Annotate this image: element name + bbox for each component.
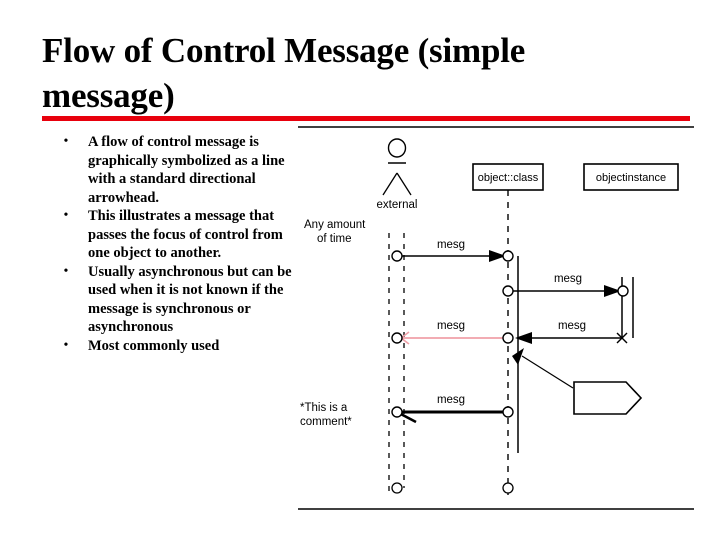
m4-label: mesg — [558, 320, 586, 332]
note-shape[interactable] — [573, 381, 643, 415]
message-m3[interactable]: mesg — [391, 320, 514, 345]
annotation-comment-line2: comment* — [300, 416, 352, 428]
list-item: • This illustrates a message that passes… — [44, 207, 304, 263]
note-connector — [512, 348, 574, 389]
annotation-any-amount-line1: Any amount — [304, 219, 366, 231]
message-m4[interactable]: mesg — [515, 320, 622, 344]
m2-target-endpoint — [617, 285, 629, 297]
bullet-marker: • — [63, 337, 69, 353]
bullet-list: • A flow of control message is graphical… — [44, 133, 304, 355]
m2-label: mesg — [554, 273, 582, 285]
bullet-marker: • — [63, 208, 69, 223]
bullet-marker: • — [63, 134, 69, 149]
list-item: • A flow of control message is graphical… — [44, 133, 304, 207]
diagram-canvas: external object::class objectinstance An… — [298, 126, 694, 510]
lifeline-head-object-class[interactable]: object::class — [472, 163, 544, 191]
m5-source-endpoint — [502, 406, 514, 418]
m5-label: mesg — [437, 394, 465, 406]
bullet-text: This illustrates a message that passes t… — [88, 208, 283, 261]
m1-source-endpoint — [391, 250, 403, 262]
object-class-lifeline-terminator — [502, 482, 514, 494]
object-class-label: object::class — [478, 172, 539, 184]
actor-figure-icon — [382, 138, 412, 196]
page-title: Flow of Control Message (simple message) — [42, 31, 526, 115]
bullet-marker: • — [63, 263, 69, 279]
bullet-text: A flow of control message is graphically… — [88, 134, 285, 206]
message-m2[interactable]: mesg — [502, 273, 629, 297]
annotation-any-amount-line2: of time — [317, 233, 352, 245]
lifeline-head-object-instance[interactable]: objectinstance — [583, 163, 679, 191]
m3-source-endpoint — [502, 332, 514, 344]
object-instance-label: objectinstance — [596, 172, 666, 184]
actor-label: external — [377, 199, 418, 211]
note-leader-line — [521, 355, 574, 389]
m1-label: mesg — [437, 239, 465, 251]
m3-target-endpoint — [391, 332, 403, 344]
m3-label: mesg — [437, 320, 465, 332]
m5-target-endpoint — [391, 406, 403, 418]
uml-sequence-diagram: external object::class objectinstance An… — [296, 120, 696, 520]
bullet-text: Usually asynchronous but can be used whe… — [88, 263, 292, 336]
list-item: • Most commonly used — [44, 337, 304, 356]
external-lifeline-terminator — [391, 482, 403, 494]
m2-source-endpoint — [502, 285, 514, 297]
annotation-comment-line1: *This is a — [300, 402, 348, 414]
list-item: • Usually asynchronous but can be used w… — [44, 263, 304, 337]
bullet-text: Most commonly used — [88, 337, 220, 354]
message-m5[interactable]: mesg — [391, 394, 514, 424]
m1-target-endpoint — [502, 250, 514, 262]
message-m1[interactable]: mesg — [391, 239, 514, 262]
